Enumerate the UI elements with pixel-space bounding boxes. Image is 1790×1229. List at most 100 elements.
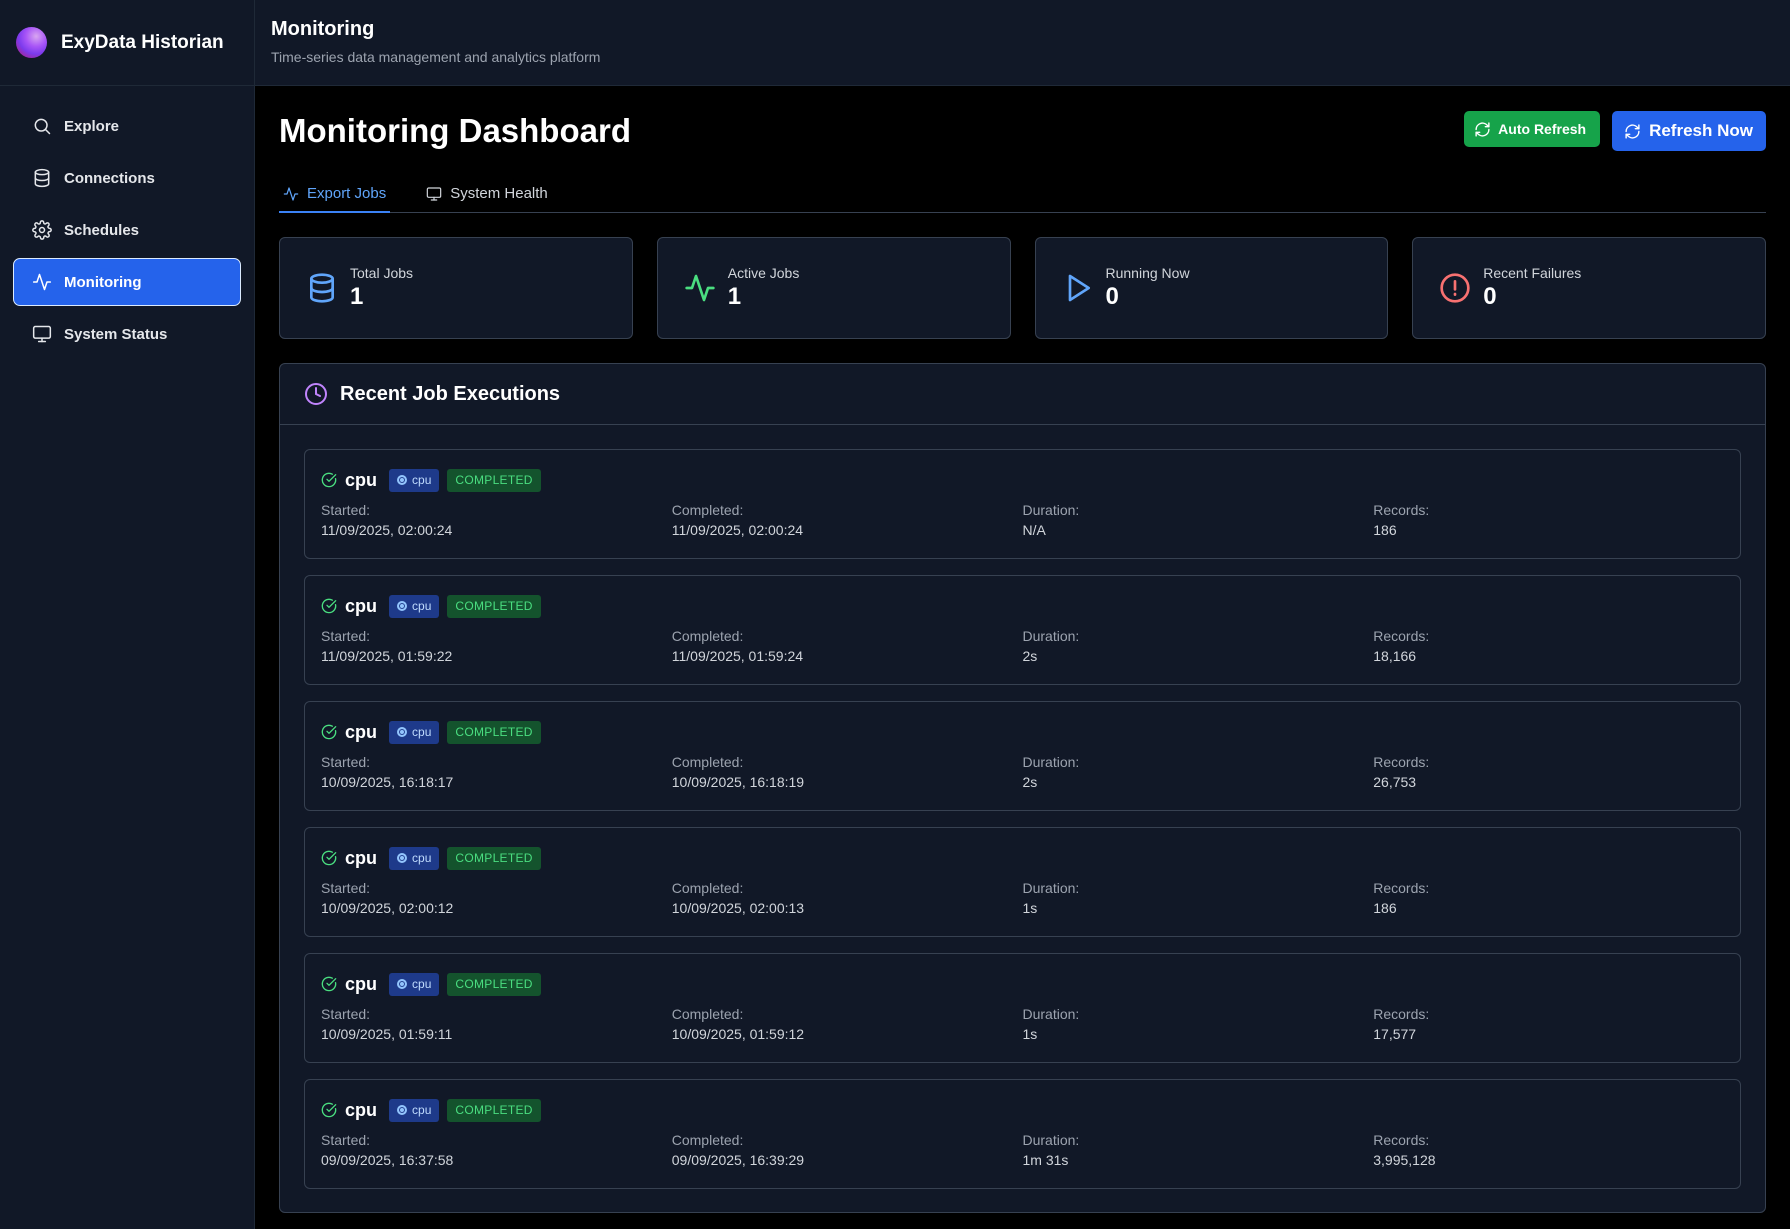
completed-cell: Completed: 11/09/2025, 02:00:24 bbox=[672, 500, 1023, 540]
completed-value: 10/09/2025, 02:00:13 bbox=[671, 900, 805, 916]
database-icon bbox=[310, 273, 334, 303]
duration-cell: Duration: 1s bbox=[1023, 878, 1374, 918]
completed-cell: Completed: 11/09/2025, 01:59:24 bbox=[672, 626, 1023, 666]
started-value: 10/09/2025, 02:00:12 bbox=[321, 900, 454, 916]
records-label: Records: bbox=[1373, 628, 1430, 644]
records-cell: Records: 186 bbox=[1373, 500, 1724, 540]
execution-item[interactable]: cpu cpu COMPLETED Started: 10/09/2025, 02… bbox=[304, 827, 1741, 937]
tab-export-jobs[interactable]: Export Jobs bbox=[279, 176, 391, 213]
job-tag: cpu bbox=[389, 594, 440, 618]
job-tag-label: cpu bbox=[412, 473, 432, 487]
sidebar-item-label: Schedules bbox=[64, 221, 140, 239]
page-header: Monitoring Dashboard Auto Refresh Refres… bbox=[279, 86, 1766, 176]
completed-value: 10/09/2025, 16:18:19 bbox=[671, 774, 805, 790]
records-cell: Records: 186 bbox=[1373, 878, 1724, 918]
duration-label: Duration: bbox=[1022, 754, 1080, 770]
completed-label: Completed: bbox=[671, 754, 744, 770]
started-cell: Started: 10/09/2025, 01:59:11 bbox=[321, 1004, 672, 1044]
target-icon bbox=[397, 601, 408, 611]
check-circle-icon bbox=[321, 472, 337, 488]
duration-cell: Duration: 1s bbox=[1023, 1004, 1374, 1044]
status-badge: COMPLETED bbox=[447, 972, 541, 996]
execution-list: cpu cpu COMPLETED Started: 11/09/2025, 02… bbox=[280, 425, 1765, 1189]
sidebar-item-connections[interactable]: Connections bbox=[13, 154, 241, 202]
records-value: 186 bbox=[1373, 522, 1397, 538]
header-title: Monitoring bbox=[271, 18, 375, 40]
stat-value: 0 bbox=[1105, 283, 1119, 310]
completed-cell: Completed: 10/09/2025, 16:18:19 bbox=[672, 752, 1023, 792]
duration-label: Duration: bbox=[1022, 1132, 1080, 1148]
check-circle-icon bbox=[321, 850, 337, 866]
status-badge: COMPLETED bbox=[447, 594, 541, 618]
sidebar-item-label: Monitoring bbox=[64, 273, 142, 291]
activity-icon bbox=[283, 186, 299, 201]
job-tag: cpu bbox=[389, 468, 440, 492]
records-label: Records: bbox=[1373, 1006, 1430, 1022]
execution-item[interactable]: cpu cpu COMPLETED Started: 11/09/2025, 02… bbox=[304, 449, 1741, 559]
stat-label: Total Jobs bbox=[350, 265, 414, 281]
execution-details: Started: 10/09/2025, 16:18:17 Completed: 1… bbox=[321, 752, 1724, 792]
stat-label: Recent Failures bbox=[1483, 265, 1582, 281]
started-label: Started: bbox=[321, 1132, 371, 1148]
target-icon bbox=[397, 853, 408, 863]
job-tag: cpu bbox=[389, 1098, 440, 1122]
execution-item[interactable]: cpu cpu COMPLETED Started: 10/09/2025, 01… bbox=[304, 953, 1741, 1063]
app-name: ExyData Historian bbox=[61, 31, 224, 53]
records-label: Records: bbox=[1373, 1132, 1430, 1148]
execution-details: Started: 09/09/2025, 16:37:58 Completed: 0… bbox=[321, 1130, 1724, 1170]
job-tag: cpu bbox=[389, 846, 440, 870]
auto-refresh-button[interactable]: Auto Refresh bbox=[1464, 111, 1601, 147]
sidebar-item-system-status[interactable]: System Status bbox=[13, 310, 241, 358]
records-value: 18,166 bbox=[1373, 648, 1417, 664]
refresh-now-button[interactable]: Refresh Now bbox=[1612, 111, 1766, 151]
job-name: cpu bbox=[345, 469, 378, 490]
sidebar-item-monitoring[interactable]: Monitoring bbox=[13, 258, 241, 306]
stat-card-running-now: Running Now 0 bbox=[1034, 237, 1389, 339]
job-tag-label: cpu bbox=[412, 1103, 432, 1117]
duration-label: Duration: bbox=[1022, 502, 1080, 518]
execution-details: Started: 10/09/2025, 02:00:12 Completed: 1… bbox=[321, 878, 1724, 918]
execution-header: cpu cpu COMPLETED bbox=[321, 720, 1724, 744]
started-label: Started: bbox=[321, 628, 371, 644]
execution-item[interactable]: cpu cpu COMPLETED Started: 10/09/2025, 16… bbox=[304, 701, 1741, 811]
duration-cell: Duration: N/A bbox=[1023, 500, 1374, 540]
stat-card-total-jobs: Total Jobs 1 bbox=[279, 237, 633, 339]
panel-header: Recent Job Executions bbox=[280, 364, 1765, 425]
records-label: Records: bbox=[1373, 754, 1430, 770]
records-cell: Records: 26,753 bbox=[1373, 752, 1724, 792]
sidebar-item-schedules[interactable]: Schedules bbox=[13, 206, 241, 254]
duration-cell: Duration: 2s bbox=[1023, 752, 1374, 792]
started-value: 09/09/2025, 16:37:58 bbox=[321, 1152, 454, 1168]
execution-item[interactable]: cpu cpu COMPLETED Started: 11/09/2025, 01… bbox=[304, 575, 1741, 685]
stat-value: 0 bbox=[1483, 283, 1497, 310]
refresh-icon bbox=[1625, 123, 1640, 139]
records-value: 26,753 bbox=[1373, 774, 1417, 790]
auto-refresh-label: Auto Refresh bbox=[1498, 121, 1587, 137]
stat-card-active-jobs: Active Jobs 1 bbox=[656, 237, 1011, 339]
execution-header: cpu cpu COMPLETED bbox=[321, 468, 1724, 492]
duration-value: 1s bbox=[1022, 900, 1038, 916]
top-header: Monitoring Time-series data management a… bbox=[255, 0, 1790, 86]
records-label: Records: bbox=[1373, 880, 1430, 896]
tab-system-health[interactable]: System Health bbox=[422, 176, 552, 213]
alert-circle-icon bbox=[1440, 273, 1470, 303]
sidebar-item-explore[interactable]: Explore bbox=[13, 102, 241, 150]
stat-label: Active Jobs bbox=[727, 265, 800, 281]
activity-icon bbox=[32, 273, 52, 291]
started-cell: Started: 10/09/2025, 02:00:12 bbox=[321, 878, 672, 918]
started-value: 11/09/2025, 02:00:24 bbox=[321, 522, 453, 538]
status-badge: COMPLETED bbox=[447, 468, 541, 492]
sidebar-item-label: Connections bbox=[64, 169, 155, 187]
target-icon bbox=[397, 1105, 408, 1115]
check-circle-icon bbox=[321, 598, 337, 614]
records-label: Records: bbox=[1373, 502, 1430, 518]
stats-row: Total Jobs 1 Active Jobs 1 Running Now 0… bbox=[279, 237, 1766, 339]
job-name: cpu bbox=[345, 847, 378, 868]
activity-icon bbox=[685, 274, 715, 302]
completed-label: Completed: bbox=[671, 1132, 744, 1148]
execution-header: cpu cpu COMPLETED bbox=[321, 972, 1724, 996]
stat-card-recent-failures: Recent Failures 0 bbox=[1412, 237, 1766, 339]
execution-item[interactable]: cpu cpu COMPLETED Started: 09/09/2025, 16… bbox=[304, 1079, 1741, 1189]
gear-icon bbox=[32, 220, 52, 240]
completed-label: Completed: bbox=[671, 502, 744, 518]
